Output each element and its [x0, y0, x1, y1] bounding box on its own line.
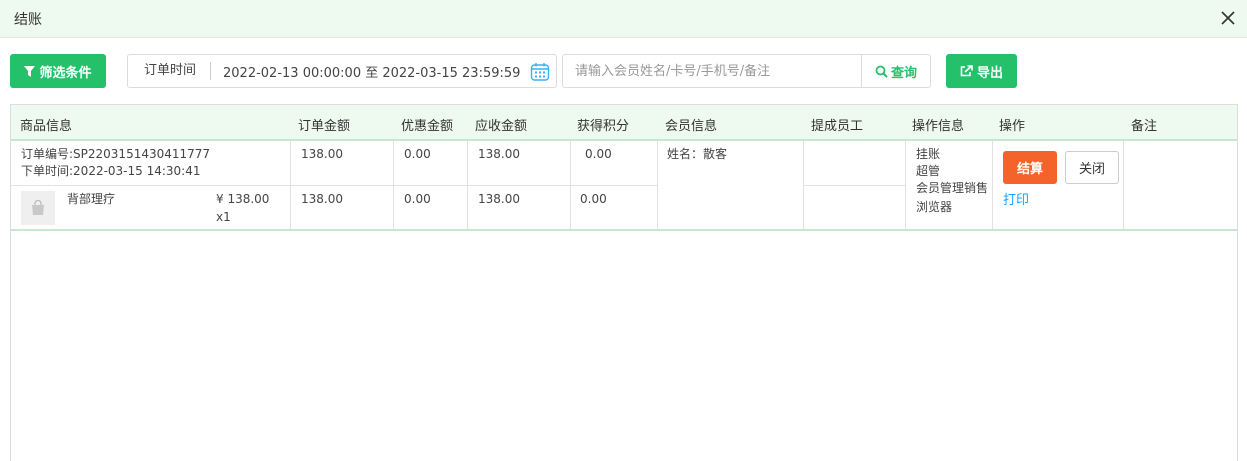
search-input[interactable] — [563, 55, 861, 87]
header-staff: 提成员工 — [811, 119, 864, 134]
row-bottom-border — [11, 229, 1237, 231]
query-button[interactable]: 查询 — [861, 55, 930, 87]
dialog-titlebar: 结账 — [0, 0, 1247, 38]
op-info-line: 超管 — [916, 164, 941, 178]
row-divider — [11, 185, 657, 186]
row-divider — [803, 185, 905, 186]
product-quantity: x1 — [216, 210, 231, 224]
product-name: 背部理疗 — [67, 192, 116, 206]
search-icon — [875, 65, 888, 78]
order-receivable: 138.00 — [478, 147, 520, 161]
column-divider — [657, 141, 658, 230]
header-product-info: 商品信息 — [20, 119, 73, 134]
header-member: 会员信息 — [665, 119, 718, 134]
header-order-amount: 订单金额 — [298, 119, 351, 134]
item-points: 0.00 — [580, 192, 607, 206]
item-receivable: 138.00 — [478, 192, 520, 206]
order-discount: 0.00 — [404, 147, 431, 161]
export-button[interactable]: 导出 — [946, 54, 1017, 88]
column-divider — [1123, 141, 1124, 230]
date-range-value[interactable]: 2022-02-13 00:00:00 至 2022-03-15 23:59:5… — [211, 62, 520, 81]
item-discount: 0.00 — [404, 192, 431, 206]
export-button-label: 导出 — [976, 65, 1003, 81]
order-amount: 138.00 — [301, 147, 343, 161]
column-divider — [905, 141, 906, 230]
close-order-button[interactable]: 关闭 — [1065, 151, 1119, 184]
filter-button-label: 筛选条件 — [39, 65, 92, 81]
item-amount: 138.00 — [301, 192, 343, 206]
op-info-line: 挂账 — [916, 147, 941, 161]
settle-button[interactable]: 结算 — [1003, 151, 1057, 184]
column-divider — [992, 141, 993, 230]
product-thumbnail — [21, 191, 55, 225]
close-icon[interactable] — [1219, 9, 1237, 27]
filter-icon — [24, 65, 36, 77]
table-header: 商品信息 订单金额 优惠金额 应收金额 获得积分 会员信息 提成员工 操作信息 … — [11, 105, 1237, 141]
order-points: 0.00 — [585, 147, 612, 161]
header-receivable: 应收金额 — [475, 119, 528, 134]
print-link[interactable]: 打印 — [1003, 189, 1029, 208]
date-label: 订单时间 — [128, 62, 212, 80]
product-price: ¥ 138.00 — [216, 192, 270, 206]
filter-button[interactable]: 筛选条件 — [10, 54, 106, 88]
dialog-title: 结账 — [14, 12, 42, 28]
orders-table: 商品信息 订单金额 优惠金额 应收金额 获得积分 会员信息 提成员工 操作信息 … — [10, 104, 1238, 461]
header-op-info: 操作信息 — [912, 119, 965, 134]
order-time: 下单时间:2022-03-15 14:30:41 — [21, 164, 201, 178]
date-range-picker[interactable]: 订单时间 2022-02-13 00:00:00 至 2022-03-15 23… — [127, 54, 557, 88]
header-remarks: 备注 — [1131, 119, 1158, 134]
header-discount: 优惠金额 — [401, 119, 454, 134]
header-points: 获得积分 — [577, 119, 630, 134]
shopping-bag-icon — [32, 199, 44, 215]
query-button-label: 查询 — [890, 65, 917, 81]
calendar-icon[interactable] — [530, 62, 550, 82]
order-number: 订单编号:SP2203151430411777 — [21, 147, 211, 161]
header-actions: 操作 — [999, 119, 1026, 134]
search-box: 查询 — [562, 54, 931, 88]
export-icon — [960, 65, 973, 77]
op-info-line: 会员管理销售 — [916, 181, 989, 195]
op-info-line: 浏览器 — [916, 200, 953, 214]
member-info: 姓名：散客 — [667, 147, 728, 161]
